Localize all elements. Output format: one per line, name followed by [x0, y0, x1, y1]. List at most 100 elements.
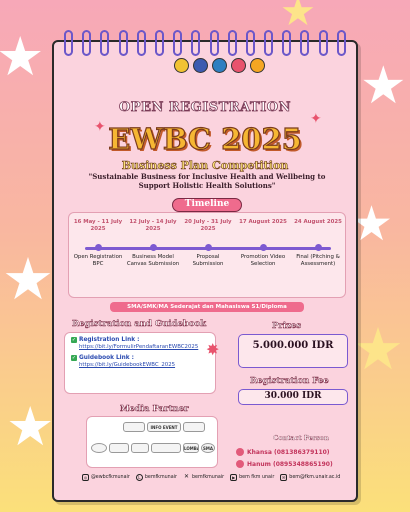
email-text: bem@fkm.unair.ac.id	[289, 475, 341, 480]
youtube-text: bem fkm unair	[239, 475, 275, 480]
timeline-event: Proposal Submission	[192, 254, 224, 268]
registration-link[interactable]: https://bit.ly/FormulirPendaftaranEWBC20…	[79, 344, 209, 350]
spiral-ring	[282, 30, 292, 56]
spiral-ring	[209, 30, 219, 56]
person-icon	[236, 460, 244, 468]
line-handle[interactable]: L bemfkmunair	[135, 474, 177, 481]
poster: OPEN REGISTRATION EWBC 2025 Business Pla…	[52, 40, 358, 502]
guidebook-link[interactable]: https://bit.ly/GuidebookEWBC_2025	[79, 362, 209, 368]
line-icon: L	[135, 474, 143, 481]
timeline-item: 16 May - 11 July 2025 Open Registration …	[71, 219, 125, 269]
registration-title: Registration and Guidebook	[72, 319, 207, 330]
youtube-icon: ▶	[230, 474, 238, 481]
registration-label-text: Registration Link :	[79, 337, 140, 343]
spiral-ring	[245, 30, 255, 56]
registration-fee-title: Registration Fee	[250, 376, 329, 387]
guidebook-label-text: Guidebook Link :	[79, 355, 134, 361]
spiral-ring	[191, 30, 201, 56]
registration-link-label: ✓ Registration Link :	[71, 337, 209, 343]
timeline-date: 12 July - 14 July 2025	[129, 219, 177, 233]
prizes-title: Prizes	[272, 321, 302, 332]
contact-person-text: Hanum (0895348865190)	[247, 460, 333, 468]
x-text: bemfkmunair	[191, 475, 225, 480]
timeline-date: 24 August 2025	[294, 219, 342, 225]
sparkle-icon: ✸	[206, 340, 220, 359]
spiral-ring	[100, 30, 110, 56]
instagram-handle[interactable]: ◎ @ewbcfkmunair	[82, 474, 130, 481]
media-partner-logo	[109, 443, 129, 453]
spiral-ring	[336, 30, 346, 56]
timeline-date: 17 August 2025	[239, 219, 287, 225]
star-decoration: ★	[0, 25, 45, 88]
media-partner-logo: LOMBA	[183, 443, 199, 453]
event-logo	[231, 58, 246, 73]
fee-amount-box: 30.000 IDR	[238, 389, 348, 405]
star-decoration: ★	[360, 56, 407, 116]
event-tagline: "Sustainable Business for Inclusive Heal…	[88, 172, 326, 190]
star-decoration: ★	[6, 395, 55, 458]
timeline-item: 12 July - 14 July 2025 Business Model Ca…	[126, 219, 180, 269]
media-partner-box: INFO EVENT LOMBA SMA	[86, 416, 218, 468]
media-partner-logo	[183, 422, 205, 432]
timeline-date: 16 May - 11 July 2025	[73, 219, 123, 233]
email-icon: ✉	[280, 474, 288, 481]
spiral-ring	[264, 30, 274, 56]
line-text: bemfkmunair	[144, 475, 177, 480]
timeline-dot	[204, 244, 212, 251]
person-icon	[236, 448, 244, 456]
media-partner-logo	[131, 443, 149, 453]
timeline-date: 20 July - 31 July 2025	[184, 219, 232, 233]
contact-person: Hanum (0895348865190)	[236, 459, 333, 469]
spiral-ring	[173, 30, 183, 56]
star-decoration: ★	[2, 245, 54, 313]
contact-person: Khansa (081386379110)	[236, 447, 330, 457]
x-icon: ✕	[183, 473, 189, 480]
spiral-ring	[64, 30, 73, 56]
guidebook-link-label: ✓ Guidebook Link :	[71, 355, 209, 361]
timeline-dot	[314, 244, 322, 251]
media-partner-logo	[123, 422, 145, 432]
faculty-logo	[193, 58, 208, 73]
timeline-dot	[149, 244, 157, 251]
email-handle[interactable]: ✉ bem@fkm.unair.ac.id	[280, 474, 340, 481]
partner-logo	[250, 58, 265, 73]
spiral-binding	[64, 30, 346, 56]
registration-box: ✓ Registration Link : https://bit.ly/For…	[64, 332, 216, 394]
instagram-icon: ◎	[82, 474, 89, 481]
spiral-ring	[318, 30, 328, 56]
media-partner-logo	[91, 443, 107, 453]
event-subtitle: Business Plan Competition	[121, 159, 289, 173]
timeline-item: 24 August 2025 Final (Pitching & Assessm…	[291, 219, 345, 269]
spiral-ring	[118, 30, 128, 56]
timeline-event: Promotion Video Selection	[240, 254, 286, 268]
timeline-event: Business Model Canvas Submission	[126, 254, 180, 268]
contact-person-text: Khansa (081386379110)	[247, 448, 330, 456]
prize-amount: 5.000.000 IDR	[252, 340, 334, 351]
spiral-ring	[227, 30, 237, 56]
sparkle-icon: ✦	[94, 119, 106, 135]
checkbox-icon: ✓	[71, 337, 77, 343]
eligibility-banner: SMA/SMK/MA Sederajat dan Mahasiswa S1/Di…	[110, 302, 304, 312]
timeline: 16 May - 11 July 2025 Open Registration …	[68, 212, 346, 298]
university-logo	[174, 58, 189, 73]
youtube-handle[interactable]: ▶ bem fkm unair	[230, 474, 274, 481]
timeline-dot	[259, 244, 267, 251]
fee-amount: 30.000 IDR	[264, 391, 322, 401]
logo-row	[174, 58, 265, 73]
media-partner-title: Media Partner	[120, 404, 189, 415]
instagram-text: @ewbcfkmunair	[91, 475, 130, 480]
media-partner-logo: INFO EVENT	[147, 422, 181, 432]
spiral-ring	[136, 30, 146, 56]
bem-logo	[212, 58, 227, 73]
checkbox-icon: ✓	[71, 355, 77, 361]
contact-person-title: Contact Person	[273, 434, 329, 442]
timeline-dot	[94, 244, 102, 251]
timeline-item: 17 August 2025 Promotion Video Selection	[236, 219, 290, 269]
media-partner-logo	[151, 443, 181, 453]
x-handle[interactable]: ✕ bemfkmunair	[183, 474, 224, 481]
prize-amount-box: 5.000.000 IDR	[238, 334, 348, 368]
timeline-event: Final (Pitching & Assessment)	[296, 254, 340, 268]
sparkle-icon: ✦	[310, 111, 322, 127]
timeline-event: Open Registration BPC	[73, 254, 123, 268]
spiral-ring	[82, 30, 92, 56]
